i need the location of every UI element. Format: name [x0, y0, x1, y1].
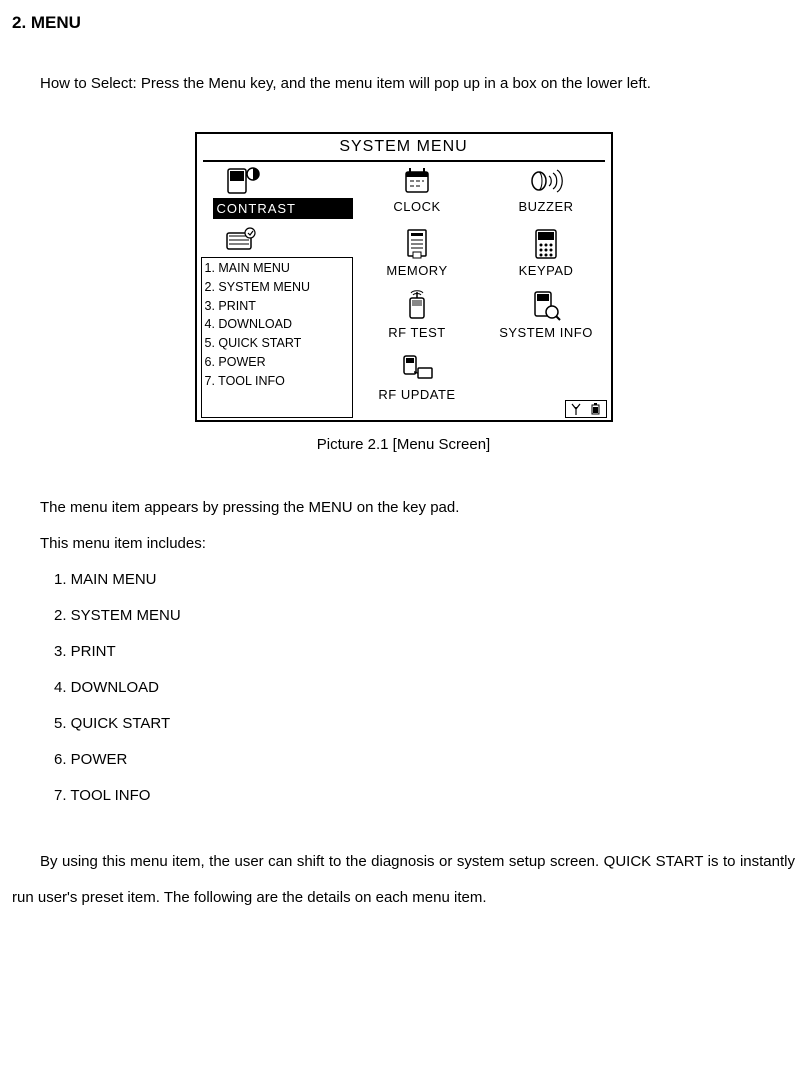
list-item: 1. MAIN MENU [54, 562, 795, 598]
rfupdate-icon [400, 352, 434, 384]
device-screen: SYSTEM MENU CONTRAST [195, 132, 613, 422]
memory-label: MEMORY [386, 261, 447, 281]
popup-item: 5. QUICK START [205, 334, 349, 353]
buzzer-label: BUZZER [519, 197, 574, 217]
list-item: 4. DOWNLOAD [54, 670, 795, 706]
list-item: 7. TOOL INFO [54, 778, 795, 814]
list-item: 2. SYSTEM MENU [54, 598, 795, 634]
rftest-icon [402, 290, 432, 322]
rftest-label: RF TEST [388, 323, 445, 343]
intro-paragraph: How to Select: Press the Menu key, and t… [12, 66, 795, 102]
memory-icon [404, 228, 430, 260]
body-text: This menu item includes: [40, 526, 795, 562]
battery-icon [591, 403, 600, 415]
popup-item: 6. POWER [205, 353, 349, 372]
closing-paragraph: By using this menu item, the user can sh… [12, 844, 795, 916]
keypad-icon [533, 228, 559, 260]
list-item: 3. PRINT [54, 634, 795, 670]
popup-item: 7. TOOL INFO [205, 372, 349, 391]
popup-item: 3. PRINT [205, 297, 349, 316]
list-item: 5. QUICK START [54, 706, 795, 742]
clock-label: CLOCK [393, 197, 440, 217]
popup-item: 4. DOWNLOAD [205, 315, 349, 334]
buzzer-icon [529, 166, 563, 196]
popup-item: 2. SYSTEM MENU [205, 278, 349, 297]
sysinfo-label: SYSTEM INFO [499, 323, 593, 343]
screen-title: SYSTEM MENU [203, 134, 605, 162]
rfupdate-label: RF UPDATE [378, 385, 455, 405]
popup-item: 1. MAIN MENU [205, 259, 349, 278]
contrast-label-selected: CONTRAST [213, 198, 353, 220]
settings-row-icon [197, 223, 353, 253]
contrast-icon [197, 162, 353, 196]
clock-icon [402, 166, 432, 196]
status-bar [565, 400, 607, 418]
list-item: 6. POWER [54, 742, 795, 778]
sysinfo-icon [531, 290, 561, 322]
figure: SYSTEM MENU CONTRAST [12, 132, 795, 422]
keypad-label: KEYPAD [519, 261, 574, 281]
antenna-icon [571, 403, 581, 415]
body-text: The menu item appears by pressing the ME… [40, 490, 795, 526]
menu-popup: 1. MAIN MENU 2. SYSTEM MENU 3. PRINT 4. … [201, 257, 353, 418]
figure-caption: Picture 2.1 [Menu Screen] [12, 434, 795, 457]
section-heading: 2. MENU [12, 10, 795, 36]
